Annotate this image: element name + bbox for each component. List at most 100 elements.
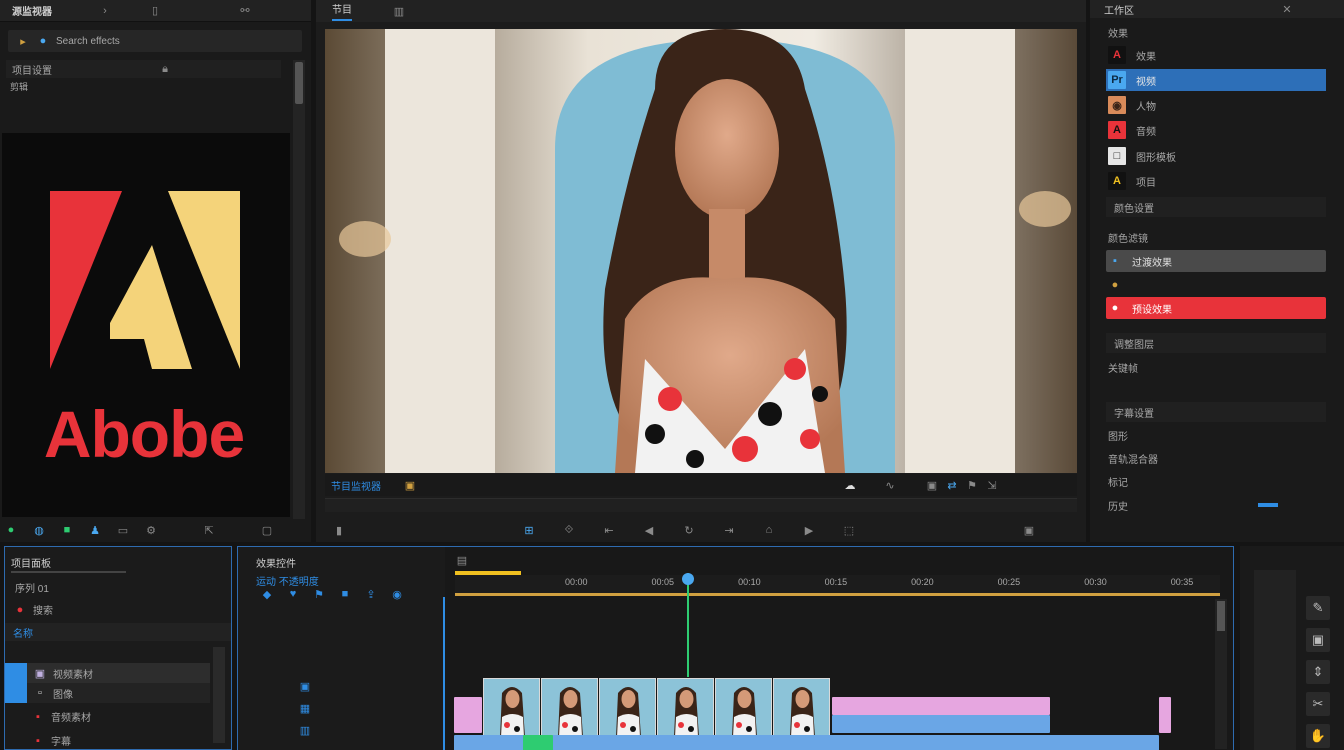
heart-icon[interactable]: ♥ [286,587,300,601]
project-item-3[interactable]: ▪ 字幕 [31,733,71,749]
step-back-icon[interactable]: ⇤ [602,523,616,537]
camera-icon[interactable]: ▭ [116,523,130,537]
lock-icon[interactable]: 🔒︎ [158,62,172,76]
chevron-right-icon[interactable]: › [98,4,112,18]
folder-icon[interactable]: ▢ [260,523,274,537]
row-label: 预设效果 [1132,304,1172,316]
project-item-2[interactable]: ▪ 音频素材 [31,709,91,725]
preset-row-green[interactable]: ● [1106,274,1326,296]
project-item-0[interactable]: ▣ 视频素材 [5,663,210,683]
app-item-people[interactable]: ◉ 人物 [1106,94,1326,116]
app-item-graphics[interactable]: □ 图形模板 [1106,145,1326,167]
video-clip-pink[interactable] [832,697,1050,715]
selection-tool-icon[interactable]: ▣ [1306,628,1330,652]
scrollbar-thumb[interactable] [1217,601,1225,631]
playhead-handle[interactable] [682,573,694,585]
audio-clip-green[interactable] [523,735,553,750]
track-caption-icon[interactable]: ▥ [298,723,312,737]
video-clip-small[interactable] [1159,697,1171,733]
mark-in-icon[interactable]: ⊞ [522,523,536,537]
app-item-premiere[interactable]: Pr 视频 [1106,69,1326,91]
audio-mixer-row[interactable]: 音轨混合器 [1106,447,1326,469]
panel-menu-icon[interactable]: ▯ [148,4,162,18]
camera-capture-icon[interactable]: ⬚ [842,523,856,537]
scrollbar-thumb[interactable] [295,62,303,104]
caption-settings-header[interactable]: 字幕设置 [1106,402,1326,422]
app-item-label: 效果 [1136,51,1156,63]
program-scrub-ruler[interactable] [325,498,1077,512]
flag-icon[interactable]: ⚑ [965,478,979,492]
project-scrollbar[interactable] [213,647,225,743]
export-icon[interactable]: ⇱ [202,523,216,537]
item-label: 音频素材 [51,713,91,724]
project-column-header[interactable]: 名称 [5,623,231,641]
track-video-icon[interactable]: ▣ [298,679,312,693]
source-scrollbar[interactable] [293,60,305,520]
app-item-audio[interactable]: A 音频 [1106,119,1326,141]
markers-row[interactable]: 标记 [1106,470,1326,492]
app-item-effects[interactable]: A 效果 [1106,44,1326,66]
audio-clip-blue[interactable] [454,735,1159,750]
adjustment-layer-header[interactable]: 调整图层 [1106,333,1326,353]
in-point-icon[interactable]: ◍ [32,523,46,537]
program-timecode[interactable]: 节目监视器 [331,478,381,493]
record-icon[interactable]: ◉ [390,587,404,601]
lift-icon[interactable]: ⌂ [762,523,776,537]
timeline-menu-icon[interactable]: ▤ [455,553,469,567]
video-clip-blue[interactable] [832,715,1050,733]
monitor-settings-icon[interactable]: ▣ [1022,523,1036,537]
link-icon[interactable]: ⚯ [238,4,252,18]
marker-icon[interactable]: ● [4,523,18,537]
app-item-project[interactable]: A 项目 [1106,170,1326,192]
timeline-scrollbar[interactable] [1215,599,1227,749]
project-search[interactable]: ● 搜索 [13,602,53,618]
workspace-tab[interactable]: 工作区 [1104,2,1134,17]
mark-icon[interactable]: ▮ [332,523,346,537]
preset-row-highlight[interactable]: ● 预设效果 [1106,297,1326,319]
keyframe-row[interactable]: 关键帧 [1106,356,1326,378]
fit-icon[interactable]: ▣ [403,478,417,492]
timeline-ruler[interactable]: 00:00 00:05 00:10 00:15 00:20 00:25 00:30 00:35… [455,575,1280,593]
close-panel-icon[interactable]: ✕ [1280,2,1294,16]
video-preview-frame[interactable] [325,29,1077,473]
ruler-label: 00:05 [651,577,675,587]
extract-icon[interactable]: ▶ [802,523,816,537]
hand-tool-icon[interactable]: ✋ [1306,724,1330,748]
program-tab[interactable]: 节目 [332,1,352,21]
color-filter-row[interactable]: 颜色滤镜 [1106,226,1326,248]
source-tab[interactable]: 源监视器 [12,3,52,18]
app-item-label: 项目 [1136,177,1156,189]
search-effects-bar[interactable]: ▸ ● Search effects [8,30,302,52]
play-icon[interactable]: ◀ [642,523,656,537]
loop-icon[interactable]: ↻ [682,523,696,537]
step-forward-icon[interactable]: ⇥ [722,523,736,537]
pen-tool-icon[interactable]: ✎ [1306,596,1330,620]
video-clip-pink-start[interactable] [454,697,482,733]
out-point-icon[interactable]: ■ [60,523,74,537]
person-icon[interactable]: ♟ [88,523,102,537]
source-toolbar: ● ◍ ■ ♟ ▭ ⚙ ⇱ ▢ [0,519,311,541]
panel-icon[interactable]: ▣ [925,478,939,492]
work-area-bar[interactable] [455,571,521,575]
color-settings-header[interactable]: 颜色设置 [1106,197,1326,217]
history-row[interactable]: 历史 [1106,494,1326,516]
settings-icon[interactable]: ⚙ [144,523,158,537]
diamond-icon[interactable]: ◆ [260,587,274,601]
transition-row-selected[interactable]: ▪ 过渡效果 [1106,250,1326,272]
mark-out-icon[interactable]: ⟐ [562,523,576,537]
share-icon[interactable]: ⇄ [945,478,959,492]
clip-item[interactable]: 剪辑 [10,80,28,93]
flag-icon[interactable]: ⚑ [312,587,326,601]
track-audio-icon[interactable]: ▦ [298,701,312,715]
graphics-row[interactable]: 图形 [1106,424,1326,446]
upload-icon[interactable]: ⇪ [364,587,378,601]
playhead-line[interactable] [687,573,689,677]
razor-tool-icon[interactable]: ✂ [1306,692,1330,716]
dropdown-icon[interactable]: ▸ [16,34,30,48]
cloud-icon[interactable]: ☁ [843,478,857,492]
box-icon[interactable]: ■ [338,587,352,601]
expand-icon[interactable]: ⇲ [985,478,999,492]
project-item-1[interactable]: ▫ 图像 [5,683,210,703]
ripple-tool-icon[interactable]: ⇕ [1306,660,1330,684]
panel-options-icon[interactable]: ▥ [392,4,406,18]
